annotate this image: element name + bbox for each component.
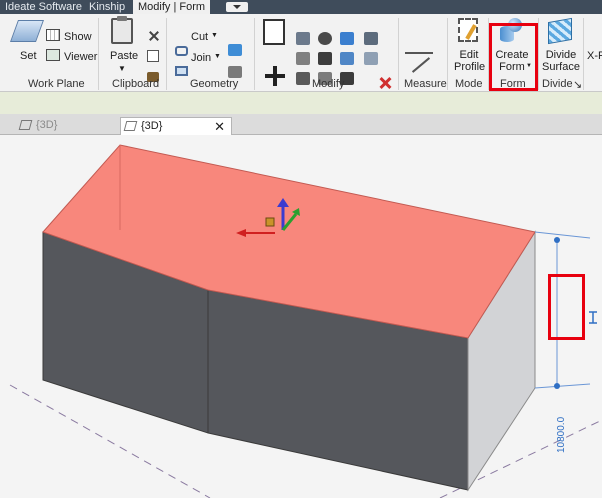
cut-clipboard-icon[interactable] xyxy=(148,30,160,42)
join-geometry-icon[interactable] xyxy=(175,66,188,76)
panel-label-work-plane: Work Plane xyxy=(28,78,85,90)
show-button[interactable]: Show xyxy=(64,31,92,43)
paste-icon[interactable] xyxy=(111,16,133,44)
divide-surface-icon[interactable] xyxy=(548,17,572,45)
cut-geometry-icon[interactable] xyxy=(175,46,188,56)
dimension-witness-line xyxy=(534,383,591,389)
join-dropdown-icon[interactable]: ▼ xyxy=(214,53,221,60)
cut-geometry-button[interactable]: Cut xyxy=(191,31,208,43)
panel-divider xyxy=(538,18,539,90)
xray-button[interactable]: X-F xyxy=(587,50,602,62)
3d-view-icon xyxy=(18,120,33,130)
viewer-button[interactable]: Viewer xyxy=(64,51,97,63)
options-bar xyxy=(0,92,602,114)
view-tab-3d-active[interactable]: {3D} ✕ xyxy=(120,117,232,135)
panel-label-mode: Mode xyxy=(455,78,483,90)
geometry-tool-icon[interactable] xyxy=(228,66,242,78)
copy-element-icon[interactable] xyxy=(340,32,354,45)
tab-kinship[interactable]: Kinship xyxy=(84,0,130,14)
gizmo-plane-handle[interactable] xyxy=(265,217,275,227)
view-tab-label: {3D} xyxy=(36,119,58,131)
panel-label-divide: Divide xyxy=(542,78,573,90)
paste-button[interactable]: Paste xyxy=(110,50,138,62)
edit-profile-icon[interactable] xyxy=(458,18,478,42)
panel-label-modify: Modify xyxy=(312,78,345,90)
array-icon[interactable] xyxy=(340,52,354,65)
scale-icon[interactable] xyxy=(364,52,378,65)
cut-dropdown-icon[interactable]: ▼ xyxy=(211,32,218,39)
panel-divider xyxy=(583,18,584,90)
show-work-plane-icon[interactable] xyxy=(46,29,60,41)
copy-icon[interactable] xyxy=(147,50,159,62)
panel-label-clipboard: Clipboard xyxy=(112,78,160,90)
pin-icon[interactable] xyxy=(364,32,378,45)
split-icon[interactable] xyxy=(296,72,310,85)
view-tab-3d-inactive[interactable]: {3D} xyxy=(16,117,100,135)
measure-along-icon[interactable] xyxy=(411,57,431,73)
geometry-tool-icon[interactable] xyxy=(228,44,242,56)
measure-distance-icon[interactable] xyxy=(405,52,433,54)
set-work-plane-icon[interactable] xyxy=(9,20,45,42)
close-icon[interactable]: ✕ xyxy=(214,118,225,135)
offset-icon[interactable] xyxy=(296,32,310,45)
create-form-highlight xyxy=(489,23,538,91)
edit-profile-button[interactable]: Edit Profile xyxy=(454,49,486,73)
rotate-icon[interactable] xyxy=(318,32,332,45)
align-icon[interactable] xyxy=(263,19,285,45)
ribbon-minimize-toggle[interactable] xyxy=(226,2,248,12)
viewer-icon[interactable] xyxy=(46,49,60,61)
view-tab-label: {3D} xyxy=(141,120,163,132)
move-icon[interactable] xyxy=(265,66,285,86)
tab-ideate-software[interactable]: Ideate Software xyxy=(0,0,87,14)
3d-viewport[interactable]: 10800.0 xyxy=(0,135,602,498)
ribbon-tab-strip: Ideate Software Kinship Modify | Form xyxy=(0,0,602,14)
view-tab-bar: {3D} {3D} ✕ xyxy=(0,114,602,135)
edit-profile-label-line2: Profile xyxy=(454,61,486,73)
dimension-witness-line xyxy=(534,231,591,239)
trim-extend-icon[interactable] xyxy=(318,52,332,65)
dimension-value-label[interactable]: 10800.0 xyxy=(556,417,567,453)
paste-dropdown-icon[interactable]: ▼ xyxy=(118,64,126,73)
tab-modify-form[interactable]: Modify | Form xyxy=(133,0,211,14)
panel-divider xyxy=(254,18,255,90)
dimension-grip-top[interactable] xyxy=(554,237,560,243)
set-button[interactable]: Set xyxy=(20,50,37,62)
panel-divider xyxy=(98,18,99,90)
ribbon: Set Show Viewer Work Plane Paste ▼ Clipb… xyxy=(0,14,602,92)
delete-icon[interactable] xyxy=(378,76,392,90)
divide-surface-label-line1: Divide xyxy=(545,49,577,61)
divide-surface-label-line2: Surface xyxy=(542,61,580,73)
dimension-highlight xyxy=(548,274,585,340)
divide-surface-button[interactable]: Divide Surface xyxy=(542,50,580,73)
panel-divider xyxy=(447,18,448,90)
join-geometry-button[interactable]: Join xyxy=(191,52,211,64)
panel-label-measure: Measure xyxy=(404,78,447,90)
panel-launcher-icon[interactable]: ↘ xyxy=(573,78,582,91)
mirror-axis-icon[interactable] xyxy=(296,52,310,65)
model-canvas xyxy=(9,144,602,498)
panel-divider xyxy=(398,18,399,90)
edit-profile-label-line1: Edit xyxy=(459,49,479,61)
panel-divider xyxy=(166,18,167,90)
dimension-grip-bottom[interactable] xyxy=(554,383,560,389)
3d-view-icon xyxy=(123,121,138,131)
panel-label-geometry: Geometry xyxy=(190,78,239,90)
